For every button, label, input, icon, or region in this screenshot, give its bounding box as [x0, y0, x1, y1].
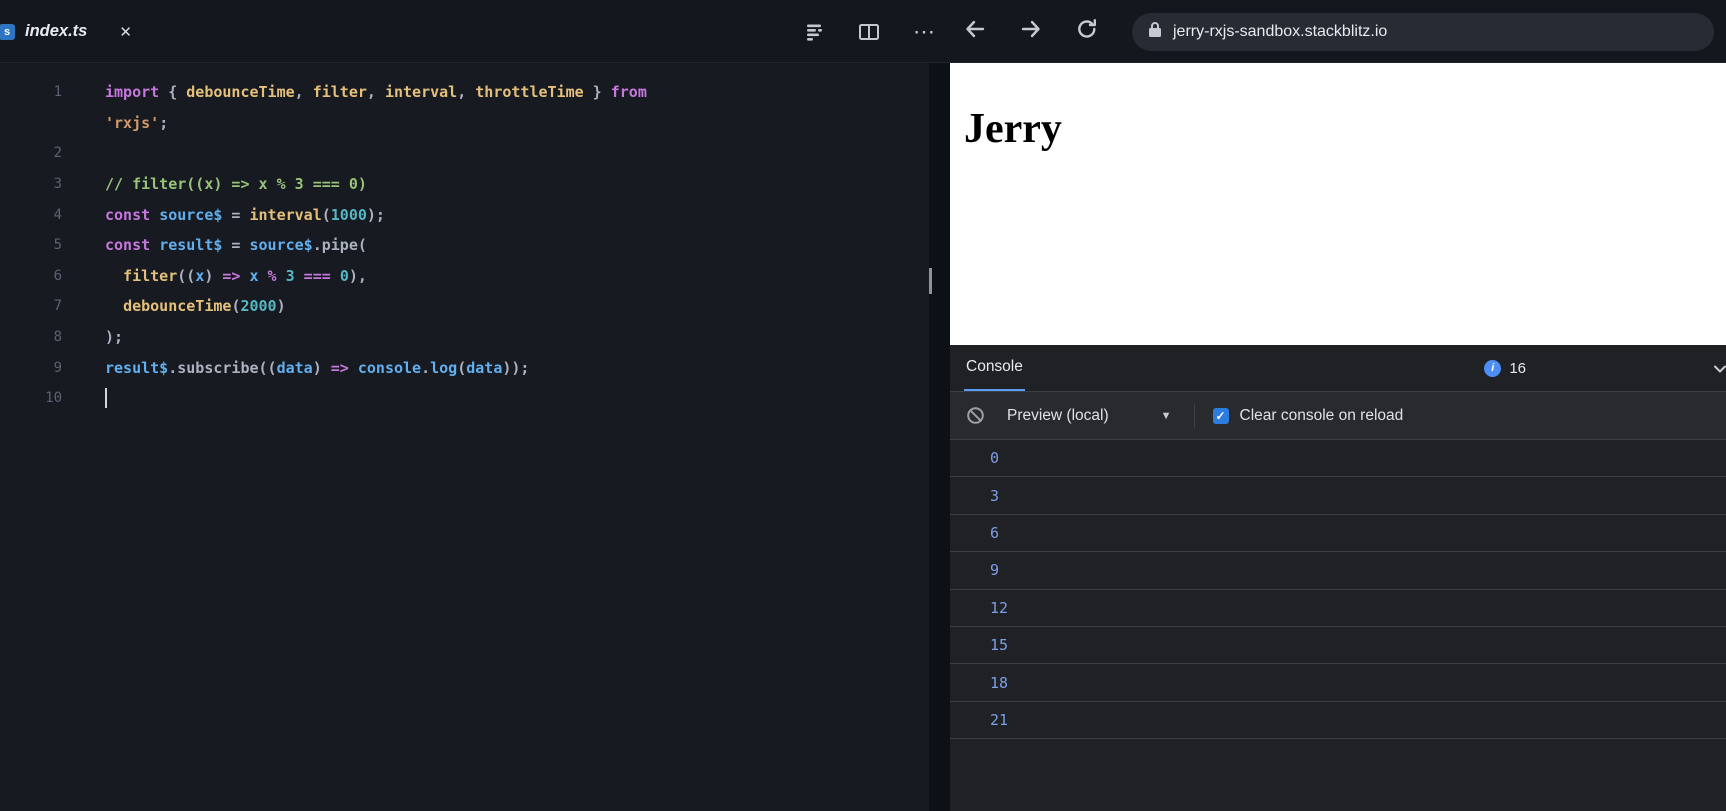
code-line[interactable]: 4 const source$ = interval(1000); [0, 199, 929, 230]
editor-tab[interactable]: s index.ts ✕ [0, 0, 132, 63]
reload-icon[interactable] [1075, 17, 1099, 46]
text-cursor [105, 388, 107, 409]
code-line[interactable]: 3// filter((x) => x % 3 === 0) [0, 169, 929, 200]
editor-actions: ⋯ [805, 0, 936, 63]
console-log-list: 0 3 6 9 12 15 18 21 [950, 440, 1726, 811]
code-line[interactable]: 6 filter((x) => x % 3 === 0), [0, 261, 929, 292]
toolbar-separator [1193, 402, 1195, 429]
info-count: 16 [1509, 359, 1526, 377]
dropdown-arrow-icon: ▼ [1160, 409, 1172, 422]
console-log-entry: 0 [950, 440, 1726, 478]
info-icon: i [1484, 359, 1502, 377]
code-line[interactable]: 5 const result$ = source$.pipe( [0, 230, 929, 261]
line-number: 3 [53, 176, 62, 193]
code-lines: 1 import { debounceTime, filter, interval… [0, 77, 929, 414]
line-number: 9 [53, 359, 62, 376]
back-icon[interactable] [963, 17, 987, 46]
console-log-entry: 9 [950, 552, 1726, 590]
split-editor-icon[interactable] [858, 22, 880, 42]
panel-divider [929, 63, 950, 811]
console-log-entry: 18 [950, 664, 1726, 702]
url-bar[interactable]: jerry-rxjs-sandbox.stackblitz.io [1132, 13, 1714, 51]
code-editor[interactable]: 1 import { debounceTime, filter, interval… [0, 63, 929, 811]
clear-on-reload-label: Clear console on reload [1239, 406, 1404, 424]
code-line[interactable]: 'rxjs'; [0, 108, 929, 139]
console-log-entry: 21 [950, 701, 1726, 740]
browser-panel: Jerry Console i 16 Preview (local) ▼ ✓ C… [950, 63, 1726, 811]
code-line[interactable]: 1 import { debounceTime, filter, interval… [0, 77, 929, 108]
code-line[interactable]: 7 debounceTime(2000) [0, 291, 929, 322]
code-line[interactable]: 8); [0, 322, 929, 353]
context-selector[interactable]: Preview (local) ▼ [1007, 407, 1172, 425]
context-selector-label: Preview (local) [1007, 406, 1109, 424]
line-number: 8 [53, 329, 62, 346]
panel-resize-handle[interactable] [929, 268, 932, 294]
topbar: s index.ts ✕ ⋯ jerry-rxjs-sandbox.stackb… [0, 0, 1726, 63]
lock-icon [1148, 21, 1162, 43]
tab-close-icon[interactable]: ✕ [119, 23, 132, 41]
typescript-file-icon: s [0, 23, 15, 40]
clear-console-icon[interactable] [966, 406, 985, 425]
line-number: 10 [45, 390, 62, 407]
line-number: 4 [53, 206, 62, 223]
console-toolbar: Preview (local) ▼ ✓ Clear console on rel… [950, 392, 1726, 440]
preview-pane: Jerry [950, 63, 1726, 345]
code-line[interactable]: 10 [0, 383, 929, 414]
tab-title: index.ts [25, 22, 88, 40]
line-number: 6 [53, 267, 62, 284]
chevron-down-icon[interactable] [1712, 361, 1726, 382]
console-log-entry: 3 [950, 477, 1726, 515]
console-header: Console i 16 [950, 345, 1726, 392]
console-log-entry: 15 [950, 626, 1726, 665]
checkbox-checked-icon[interactable]: ✓ [1212, 407, 1229, 424]
tab-console[interactable]: Console [964, 345, 1025, 391]
line-number: 7 [53, 298, 62, 315]
line-number: 5 [53, 237, 62, 254]
info-count-badge: i 16 [1484, 359, 1526, 377]
prettier-format-icon[interactable] [805, 22, 825, 42]
clear-on-reload-option[interactable]: ✓ Clear console on reload [1212, 406, 1404, 425]
line-number: 1 [53, 84, 62, 101]
console-log-entry: 12 [950, 589, 1726, 627]
browser-nav [963, 0, 1099, 63]
code-line[interactable]: 9 result$.subscribe((data) => console.log… [0, 352, 929, 383]
forward-icon[interactable] [1019, 17, 1043, 46]
url-text: jerry-rxjs-sandbox.stackblitz.io [1173, 23, 1388, 40]
code-line[interactable]: 2 [0, 138, 929, 169]
preview-heading: Jerry [964, 106, 1062, 152]
line-number: 2 [53, 145, 62, 162]
console-log-entry: 6 [950, 514, 1726, 553]
more-options-icon[interactable]: ⋯ [913, 20, 936, 43]
